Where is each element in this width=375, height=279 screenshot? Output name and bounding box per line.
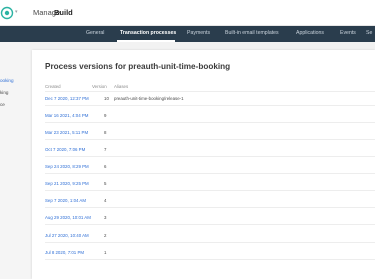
version-number: 9: [104, 113, 107, 118]
row-divider: [45, 224, 375, 225]
version-created-link[interactable]: Sep 21 2020, 9:25 PM: [45, 181, 89, 186]
version-created-link[interactable]: Oct 7 2020, 7:06 PM: [45, 147, 85, 152]
version-number: 5: [104, 181, 107, 186]
version-created-link[interactable]: Sep 7 2020, 1:04 AM: [45, 198, 86, 203]
version-created-link[interactable]: Dec 7 2020, 12:37 PM: [45, 96, 89, 101]
version-created-link[interactable]: Jul 8 2020, 7:01 PM: [45, 250, 84, 255]
sidebar-item-process-ce[interactable]: ce: [0, 102, 5, 107]
tab-built-in-email-templates[interactable]: Built-in email templates: [225, 30, 279, 36]
tab-bar: General Transaction processes Payments B…: [0, 26, 375, 42]
version-created-link[interactable]: Jul 27 2020, 10:40 AM: [45, 233, 89, 238]
row-divider: [45, 207, 375, 208]
row-divider: [45, 242, 375, 243]
version-number: 7: [104, 147, 107, 152]
chevron-down-icon[interactable]: ▾: [15, 9, 18, 15]
top-navigation-bar: ▾ Manage Build: [0, 0, 375, 26]
version-created-link[interactable]: Sep 24 2020, 8:29 PM: [45, 164, 89, 169]
tab-general[interactable]: General: [86, 30, 104, 36]
version-created-link[interactable]: Mar 16 2021, 4:04 PM: [45, 113, 88, 118]
table-row: Dec 7 2020, 12:37 PM 10 preauth-unit-tim…: [32, 96, 375, 108]
brand-logo-icon[interactable]: [0, 6, 14, 20]
row-divider: [45, 190, 375, 191]
version-number: 10: [104, 96, 109, 101]
row-divider: [45, 156, 375, 157]
version-alias: preauth-unit-time-booking/release-1: [114, 96, 184, 101]
process-versions-card: Process versions for preauth-unit-time-b…: [32, 50, 375, 279]
version-created-link[interactable]: Aug 29 2020, 10:01 AM: [45, 215, 91, 220]
row-divider: [45, 105, 375, 106]
version-number: 4: [104, 198, 107, 203]
tab-settings[interactable]: Se: [366, 30, 372, 36]
tab-transaction-processes[interactable]: Transaction processes: [120, 30, 176, 36]
table-row: Oct 7 2020, 7:06 PM 7: [32, 147, 375, 159]
active-tab-indicator: [117, 40, 175, 42]
table-row: Aug 29 2020, 10:01 AM 3: [32, 215, 375, 227]
row-divider: [45, 122, 375, 123]
sidebar-item-process-king[interactable]: king: [0, 90, 8, 95]
table-row: Jul 8 2020, 7:01 PM 1: [32, 250, 375, 262]
version-number: 1: [104, 250, 107, 255]
tab-applications[interactable]: Applications: [296, 30, 324, 36]
sidebar: ooking king ce: [0, 42, 30, 279]
column-header-version: Version: [92, 84, 107, 89]
version-number: 6: [104, 164, 107, 169]
row-divider: [45, 173, 375, 174]
column-header-created: Created: [45, 84, 61, 89]
version-created-link[interactable]: Mar 23 2021, 5:11 PM: [45, 130, 88, 135]
table-row: Sep 24 2020, 8:29 PM 6: [32, 164, 375, 176]
table-row: Sep 21 2020, 9:25 PM 5: [32, 181, 375, 193]
column-header-aliases: Aliases: [114, 84, 129, 89]
table-row: Sep 7 2020, 1:04 AM 4: [32, 198, 375, 210]
version-number: 2: [104, 233, 107, 238]
sidebar-item-process-booking[interactable]: ooking: [0, 78, 14, 83]
header-divider: [45, 91, 375, 92]
row-divider: [45, 139, 375, 140]
version-number: 3: [104, 215, 107, 220]
table-row: Mar 23 2021, 5:11 PM 8: [32, 130, 375, 142]
version-number: 8: [104, 130, 107, 135]
nav-build[interactable]: Build: [54, 8, 73, 17]
row-divider: [45, 259, 375, 260]
table-row: Mar 16 2021, 4:04 PM 9: [32, 113, 375, 125]
table-row: Jul 27 2020, 10:40 AM 2: [32, 233, 375, 245]
tab-payments[interactable]: Payments: [187, 30, 210, 36]
page-title: Process versions for preauth-unit-time-b…: [45, 62, 231, 71]
tab-events[interactable]: Events: [340, 30, 356, 36]
